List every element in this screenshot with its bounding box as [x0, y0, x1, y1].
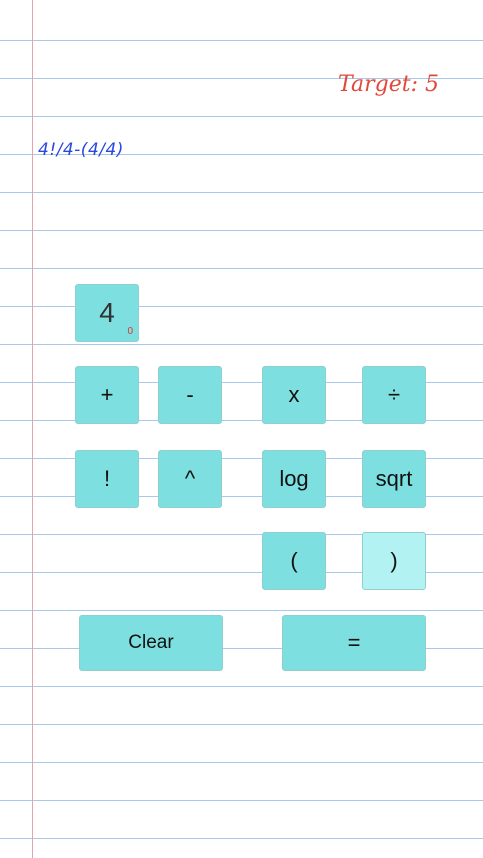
number-tile-4[interactable]: 4 0 [75, 284, 139, 342]
clear-button[interactable]: Clear [79, 615, 223, 671]
close-paren-button[interactable]: ) [362, 532, 426, 590]
minus-button[interactable]: - [158, 366, 222, 424]
log-button[interactable]: log [262, 450, 326, 508]
divide-button[interactable]: ÷ [362, 366, 426, 424]
equals-button[interactable]: = [282, 615, 426, 671]
notebook-margin-line [32, 0, 33, 858]
open-paren-button[interactable]: ( [262, 532, 326, 590]
target-label: Target: 5 [338, 72, 439, 97]
sqrt-button[interactable]: sqrt [362, 450, 426, 508]
number-tile-value: 4 [99, 297, 115, 328]
plus-button[interactable]: + [75, 366, 139, 424]
number-tile-count: 0 [127, 326, 133, 337]
multiply-button[interactable]: x [262, 366, 326, 424]
factorial-button[interactable]: ! [75, 450, 139, 508]
expression-display: 4!/4-(4/4) [38, 140, 124, 160]
power-button[interactable]: ^ [158, 450, 222, 508]
